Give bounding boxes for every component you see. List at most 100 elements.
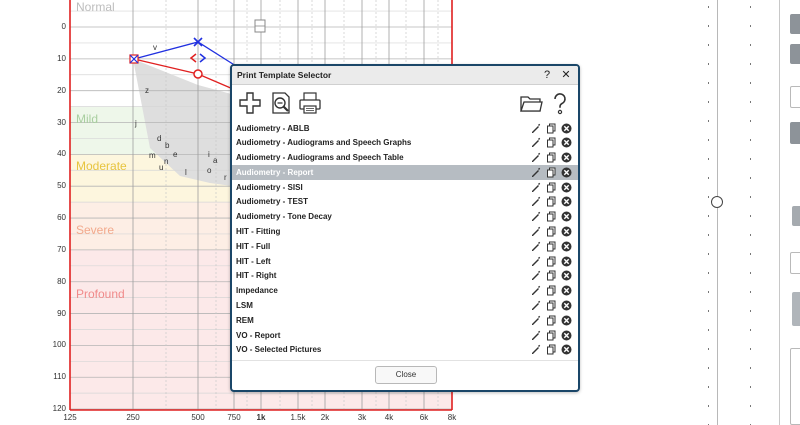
delete-icon[interactable] <box>561 270 572 281</box>
divider-dot <box>750 158 751 160</box>
template-row[interactable]: Audiometry - Report <box>232 165 578 181</box>
delete-icon[interactable] <box>561 167 572 178</box>
copy-icon[interactable] <box>546 226 557 237</box>
copy-icon[interactable] <box>546 137 557 148</box>
delete-icon[interactable] <box>561 315 572 326</box>
open-folder-icon[interactable] <box>519 91 543 115</box>
delete-icon[interactable] <box>561 211 572 222</box>
edit-icon[interactable] <box>530 256 541 267</box>
copy-icon[interactable] <box>546 152 557 163</box>
speech-sound-label: a <box>213 156 218 165</box>
delete-icon[interactable] <box>561 196 572 207</box>
panel-button[interactable] <box>790 44 800 64</box>
separator-handle[interactable] <box>711 196 723 208</box>
panel-field[interactable] <box>790 252 800 274</box>
template-name: VO - Report <box>236 330 281 340</box>
copy-icon[interactable] <box>546 270 557 281</box>
template-row[interactable]: VO - Report <box>232 328 578 343</box>
panel-button[interactable] <box>790 122 800 144</box>
panel-button[interactable] <box>790 14 800 34</box>
template-row[interactable]: Audiometry - Audiograms and Speech Graph… <box>232 136 578 151</box>
help-icon[interactable] <box>548 91 572 115</box>
template-row[interactable]: Audiometry - SISI <box>232 180 578 195</box>
template-row[interactable]: LSM <box>232 299 578 314</box>
y-tick-label: 0 <box>61 22 66 31</box>
edit-icon[interactable] <box>530 300 541 311</box>
template-row[interactable]: HIT - Left <box>232 254 578 269</box>
template-row[interactable]: Audiometry - TEST <box>232 195 578 210</box>
copy-icon[interactable] <box>546 211 557 222</box>
delete-icon[interactable] <box>561 226 572 237</box>
help-title-button[interactable]: ? <box>540 69 554 81</box>
edit-icon[interactable] <box>530 270 541 281</box>
edit-icon[interactable] <box>530 226 541 237</box>
divider-dot <box>708 234 709 236</box>
preview-icon[interactable] <box>269 91 293 115</box>
delete-icon[interactable] <box>561 137 572 148</box>
close-title-button[interactable]: ✕ <box>559 68 573 81</box>
delete-icon[interactable] <box>561 152 572 163</box>
speech-sound-label: u <box>159 163 164 172</box>
divider-dot <box>750 215 751 217</box>
divider-dot <box>750 329 751 331</box>
delete-icon[interactable] <box>561 330 572 341</box>
copy-icon[interactable] <box>546 196 557 207</box>
template-name: Audiometry - Tone Decay <box>236 212 332 222</box>
delete-icon[interactable] <box>561 285 572 296</box>
copy-icon[interactable] <box>546 285 557 296</box>
severity-label: Profound <box>76 287 125 301</box>
divider-dot <box>750 291 751 293</box>
copy-icon[interactable] <box>546 182 557 193</box>
dialog-toolbar <box>232 85 578 119</box>
divider-dot <box>708 215 709 217</box>
template-row[interactable]: Audiometry - ABLB <box>232 121 578 136</box>
divider-dot <box>708 386 709 388</box>
panel-button[interactable] <box>792 206 800 226</box>
dialog-titlebar: Print Template Selector ? ✕ <box>232 66 578 85</box>
delete-icon[interactable] <box>561 300 572 311</box>
copy-icon[interactable] <box>546 344 557 355</box>
divider-dot <box>708 63 709 65</box>
panel-field[interactable] <box>790 86 800 108</box>
copy-icon[interactable] <box>546 330 557 341</box>
edit-icon[interactable] <box>530 152 541 163</box>
add-icon[interactable] <box>238 91 262 115</box>
edit-icon[interactable] <box>530 137 541 148</box>
template-row[interactable]: HIT - Fitting <box>232 225 578 240</box>
copy-icon[interactable] <box>546 167 557 178</box>
copy-icon[interactable] <box>546 300 557 311</box>
edit-icon[interactable] <box>530 167 541 178</box>
edit-icon[interactable] <box>530 211 541 222</box>
edit-icon[interactable] <box>530 285 541 296</box>
edit-icon[interactable] <box>530 241 541 252</box>
close-button[interactable]: Close <box>375 366 437 384</box>
print-icon[interactable] <box>298 91 322 115</box>
template-row[interactable]: Impedance <box>232 284 578 299</box>
template-row[interactable]: REM <box>232 313 578 328</box>
y-tick-label: 10 <box>57 53 66 63</box>
severity-label: Normal <box>76 0 115 14</box>
template-row[interactable]: HIT - Right <box>232 269 578 284</box>
panel-button[interactable] <box>792 292 800 326</box>
template-row[interactable]: Audiometry - Tone Decay <box>232 210 578 225</box>
divider-dot <box>708 44 709 46</box>
edit-icon[interactable] <box>530 344 541 355</box>
delete-icon[interactable] <box>561 256 572 267</box>
delete-icon[interactable] <box>561 344 572 355</box>
copy-icon[interactable] <box>546 315 557 326</box>
copy-icon[interactable] <box>546 241 557 252</box>
delete-icon[interactable] <box>561 182 572 193</box>
delete-icon[interactable] <box>561 123 572 134</box>
edit-icon[interactable] <box>530 182 541 193</box>
template-row[interactable]: Audiometry - Audiograms and Speech Table <box>232 151 578 166</box>
edit-icon[interactable] <box>530 123 541 134</box>
vertical-separator <box>717 0 718 425</box>
copy-icon[interactable] <box>546 256 557 267</box>
copy-icon[interactable] <box>546 123 557 134</box>
edit-icon[interactable] <box>530 330 541 341</box>
template-row[interactable]: VO - Selected Pictures <box>232 343 578 358</box>
edit-icon[interactable] <box>530 315 541 326</box>
template-row[interactable]: HIT - Full <box>232 239 578 254</box>
edit-icon[interactable] <box>530 196 541 207</box>
delete-icon[interactable] <box>561 241 572 252</box>
